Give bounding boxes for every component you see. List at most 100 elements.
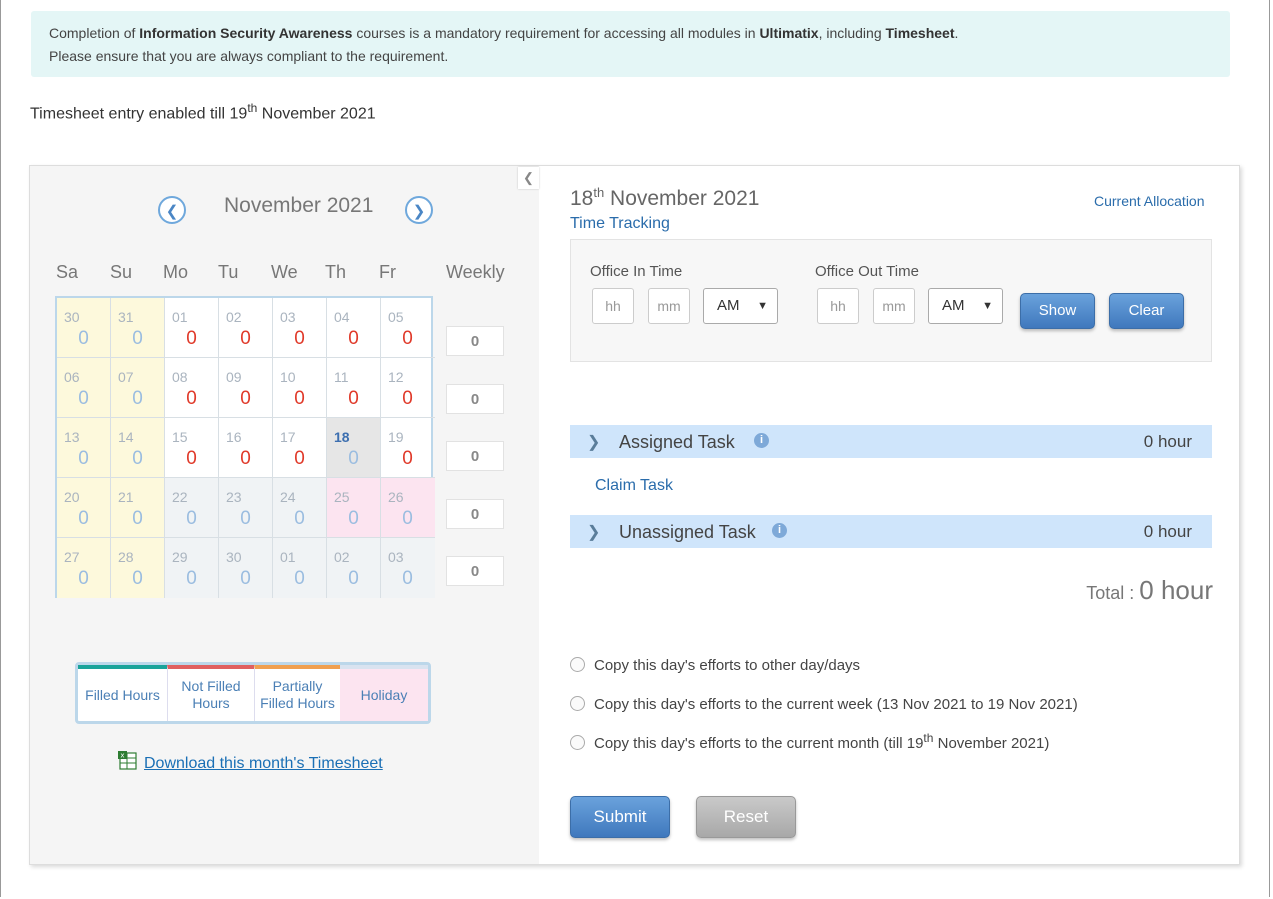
day-hours: 0 xyxy=(348,328,359,349)
office-time-box: Office In Time hh mm AM ▼ Office Out Time… xyxy=(570,239,1212,362)
info-icon[interactable]: i xyxy=(772,523,787,538)
calendar-day-cell[interactable]: 02 0 xyxy=(219,298,273,358)
calendar-day-cell[interactable]: 18 0 xyxy=(327,418,381,478)
calendar-day-cell[interactable]: 09 0 xyxy=(219,358,273,418)
calendar-day-cell[interactable]: 30 0 xyxy=(57,298,111,358)
calendar-day-cell[interactable]: 08 0 xyxy=(165,358,219,418)
chevron-right-icon: ❯ xyxy=(587,434,601,451)
radio-button[interactable] xyxy=(570,734,585,750)
copy-option-month[interactable]: Copy this day's efforts to the current m… xyxy=(570,731,1049,752)
office-in-ampm-select[interactable]: AM ▼ xyxy=(703,288,778,324)
chevron-down-icon: ▼ xyxy=(982,300,993,312)
office-out-mm-input[interactable]: mm xyxy=(873,288,915,324)
office-in-hh-input[interactable]: hh xyxy=(592,288,634,324)
day-number: 11 xyxy=(334,369,349,385)
office-in-mm-input[interactable]: mm xyxy=(648,288,690,324)
calendar-day-cell[interactable]: 06 0 xyxy=(57,358,111,418)
current-allocation-link[interactable]: Current Allocation xyxy=(1094,193,1205,209)
calendar-day-cell[interactable]: 27 0 xyxy=(57,538,111,598)
collapse-panel-button[interactable]: ❮ xyxy=(518,167,539,189)
timesheet-card: ❮ November 2021 ❯ Sa Su Mo Tu We Th Fr Weekly … xyxy=(29,165,1240,865)
office-out-ampm-value: AM xyxy=(942,297,965,314)
weekly-total: 0 xyxy=(446,383,504,414)
calendar-day-cell[interactable]: 10 0 xyxy=(273,358,327,418)
office-out-ampm-select[interactable]: AM ▼ xyxy=(928,288,1003,324)
calendar-day-cell[interactable]: 22 0 xyxy=(165,478,219,538)
radio-button[interactable] xyxy=(570,656,585,672)
calendar-day-cell[interactable]: 20 0 xyxy=(57,478,111,538)
time-tracking-title: Time Tracking xyxy=(570,215,670,232)
calendar-day-cell[interactable]: 11 0 xyxy=(327,358,381,418)
radio-button[interactable] xyxy=(570,695,585,711)
calendar-day-cell[interactable]: 17 0 xyxy=(273,418,327,478)
calendar-day-cell[interactable]: 25 0 xyxy=(327,478,381,538)
day-number: 21 xyxy=(118,489,134,505)
calendar-day-cell[interactable]: 01 0 xyxy=(165,298,219,358)
day-hours: 0 xyxy=(402,328,413,349)
claim-task-link[interactable]: Claim Task xyxy=(595,477,673,495)
calendar-day-cell[interactable]: 16 0 xyxy=(219,418,273,478)
day-hours: 0 xyxy=(348,568,359,589)
day-hours: 0 xyxy=(186,328,197,349)
date-day: 18 xyxy=(570,187,594,210)
calendar-day-cell[interactable]: 23 0 xyxy=(219,478,273,538)
copy-option-days[interactable]: Copy this day's efforts to other day/day… xyxy=(570,656,860,674)
day-hours: 0 xyxy=(132,448,143,469)
reset-button[interactable]: Reset xyxy=(696,796,796,838)
calendar-day-cell[interactable]: 03 0 xyxy=(273,298,327,358)
weekday-th: Th xyxy=(325,262,347,282)
unassigned-task-bar[interactable]: ❯ Unassigned Task i 0 hour xyxy=(570,515,1212,550)
day-number: 18 xyxy=(334,429,350,445)
calendar-day-cell[interactable]: 24 0 xyxy=(273,478,327,538)
day-hours: 0 xyxy=(132,388,143,409)
calendar-day-cell[interactable]: 26 0 xyxy=(381,478,435,538)
calendar-day-cell[interactable]: 31 0 xyxy=(111,298,165,358)
calendar-day-cell[interactable]: 29 0 xyxy=(165,538,219,598)
calendar-day-cell[interactable]: 07 0 xyxy=(111,358,165,418)
calendar-day-cell[interactable]: 12 0 xyxy=(381,358,435,418)
calendar-day-cell[interactable]: 14 0 xyxy=(111,418,165,478)
weekday-we: We xyxy=(271,262,298,282)
calendar-day-cell[interactable]: 15 0 xyxy=(165,418,219,478)
day-hours: 0 xyxy=(186,508,197,529)
calendar-day-cell[interactable]: 02 0 xyxy=(327,538,381,598)
calendar-day-cell[interactable]: 30 0 xyxy=(219,538,273,598)
download-timesheet[interactable]: x Download this month's Timesheet xyxy=(118,751,383,773)
day-number: 10 xyxy=(280,369,296,385)
copy-option-week[interactable]: Copy this day's efforts to the current w… xyxy=(570,695,1078,713)
day-number: 02 xyxy=(334,549,350,565)
office-out-hh-input[interactable]: hh xyxy=(817,288,859,324)
next-month-button[interactable]: ❯ xyxy=(405,196,433,224)
day-number: 01 xyxy=(280,549,296,565)
legend-partial-label: Partially Filled Hours xyxy=(260,678,335,712)
calendar-day-cell[interactable]: 13 0 xyxy=(57,418,111,478)
info-icon[interactable]: i xyxy=(754,433,769,448)
submit-button[interactable]: Submit xyxy=(570,796,670,838)
download-timesheet-link[interactable]: Download this month's Timesheet xyxy=(144,755,383,772)
day-hours: 0 xyxy=(240,328,251,349)
calendar-day-cell[interactable]: 19 0 xyxy=(381,418,435,478)
copy-option-month-sup: th xyxy=(923,731,934,745)
show-button[interactable]: Show xyxy=(1020,293,1095,329)
day-hours: 0 xyxy=(402,568,413,589)
clear-button[interactable]: Clear xyxy=(1109,293,1184,329)
day-hours: 0 xyxy=(402,448,413,469)
calendar-day-cell[interactable]: 05 0 xyxy=(381,298,435,358)
weekday-sa: Sa xyxy=(56,262,79,282)
calendar-day-cell[interactable]: 28 0 xyxy=(111,538,165,598)
day-number: 17 xyxy=(280,429,296,445)
calendar-day-cell[interactable]: 21 0 xyxy=(111,478,165,538)
unassigned-task-label: Unassigned Task xyxy=(619,522,756,542)
day-number: 05 xyxy=(388,309,404,325)
legend-filled-label: Filled Hours xyxy=(85,686,160,703)
calendar-day-cell[interactable]: 04 0 xyxy=(327,298,381,358)
calendar-day-cell[interactable]: 01 0 xyxy=(273,538,327,598)
prev-month-button[interactable]: ❮ xyxy=(158,196,186,224)
day-hours: 0 xyxy=(294,388,305,409)
day-number: 07 xyxy=(118,369,134,385)
assigned-task-bar[interactable]: ❯ Assigned Task i 0 hour xyxy=(570,425,1212,460)
day-number: 02 xyxy=(226,309,242,325)
calendar-day-cell[interactable]: 03 0 xyxy=(381,538,435,598)
day-hours: 0 xyxy=(186,388,197,409)
day-hours: 0 xyxy=(240,568,251,589)
